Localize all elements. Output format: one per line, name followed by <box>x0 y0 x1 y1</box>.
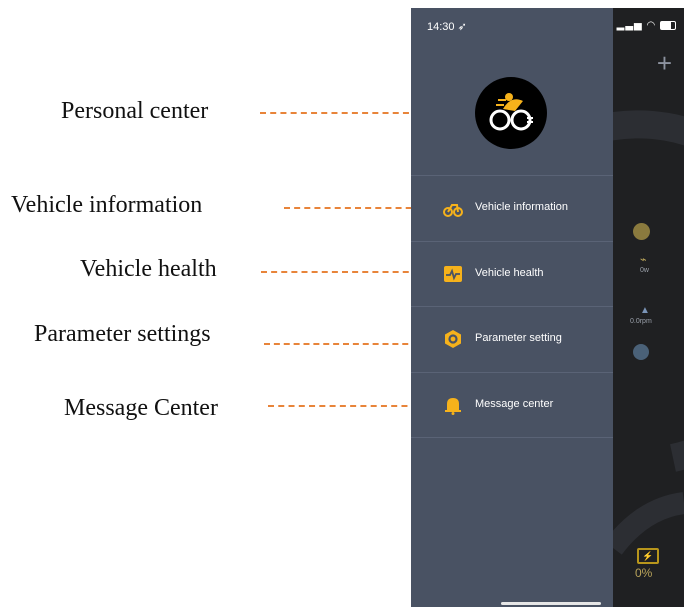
signal-icon: ▂▃▅ <box>616 20 643 31</box>
power-knob <box>633 223 650 240</box>
home-indicator[interactable] <box>501 602 601 605</box>
annotation-line-vehicle-information <box>284 207 432 209</box>
bike-icon <box>443 204 463 217</box>
wifi-icon: ◠ <box>646 20 657 31</box>
menu-label-message-center: Message center <box>475 398 554 410</box>
personal-center-avatar[interactable] <box>475 77 547 149</box>
menu-item-message-center[interactable]: Message center <box>411 372 613 437</box>
status-indicators: ▂▃▅ ◠ <box>617 20 676 31</box>
battery-value: 0% <box>635 566 653 580</box>
menu-label-vehicle-health: Vehicle health <box>475 267 544 279</box>
annotation-personal-center: Personal center <box>61 98 209 124</box>
battery-charge-icon: ⚡ <box>637 548 659 564</box>
status-time: 14:30 ➶ <box>427 21 467 33</box>
menu-item-parameter-setting[interactable]: Parameter setting <box>411 306 613 371</box>
rpm-icon: ▲ <box>640 305 650 316</box>
menu-item-vehicle-health[interactable]: Vehicle health <box>411 241 613 306</box>
bell-icon <box>445 398 461 415</box>
annotation-vehicle-health: Vehicle health <box>80 256 217 282</box>
menu-label-vehicle-information: Vehicle information <box>475 201 568 213</box>
phone-screen: + ⌁ 0w ▲ 0.0rpm ⚡ 0% 14:30 ➶ Vehicle inf… <box>411 8 684 607</box>
location-arrow-icon: ➶ <box>457 21 467 33</box>
annotation-line-parameter-settings <box>264 343 428 345</box>
background-dashboard: + ⌁ 0w ▲ 0.0rpm ⚡ 0% <box>613 8 684 607</box>
hex-nut-icon <box>445 330 461 348</box>
power-value: 0w <box>640 267 649 274</box>
annotation-line-message-center <box>268 405 428 407</box>
menu-label-parameter-setting: Parameter setting <box>475 332 562 344</box>
annotation-line-vehicle-health <box>261 271 429 273</box>
annotation-vehicle-information: Vehicle information <box>11 192 203 218</box>
menu-divider-bottom <box>411 437 613 438</box>
heartbeat-icon <box>444 266 462 282</box>
menu-item-vehicle-information[interactable]: Vehicle information <box>411 176 613 240</box>
side-drawer: 14:30 ➶ Vehicle information Vehicle heal… <box>411 8 613 607</box>
annotation-parameter-settings: Parameter settings <box>34 321 211 347</box>
cyclist-logo-icon <box>489 93 533 131</box>
battery-icon <box>660 20 676 30</box>
annotation-message-center: Message Center <box>64 395 218 421</box>
rpm-knob <box>633 344 649 360</box>
power-pulse-icon: ⌁ <box>640 254 647 266</box>
rpm-value: 0.0rpm <box>630 318 652 325</box>
